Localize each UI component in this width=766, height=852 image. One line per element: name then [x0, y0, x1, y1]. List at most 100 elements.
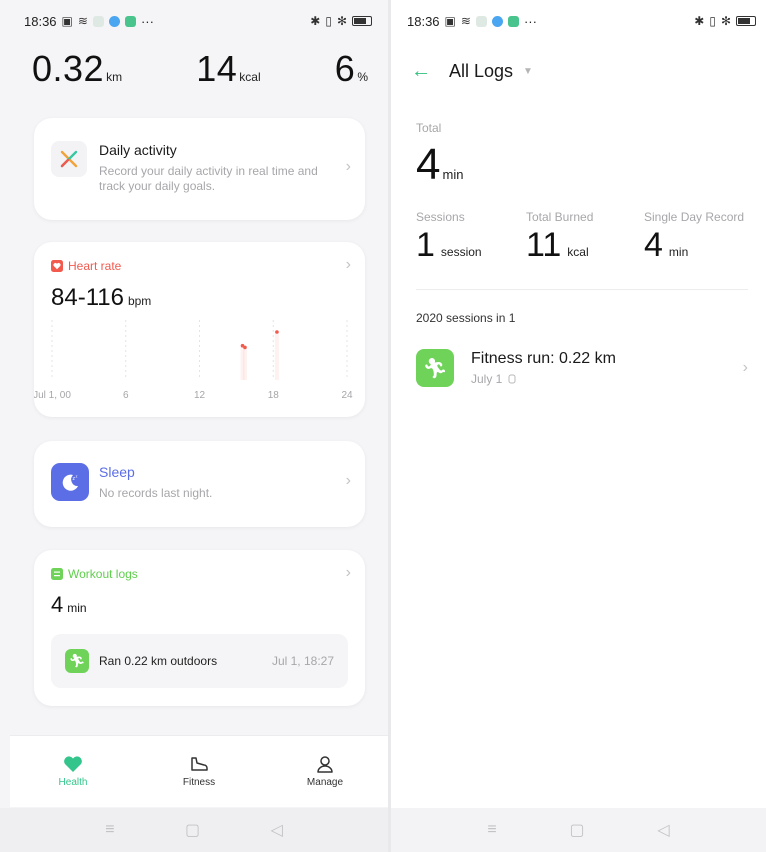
wifi-icon: ≋ [77, 14, 88, 28]
stat-sessions-label: Sessions [416, 210, 465, 224]
nav-health[interactable]: Health [28, 755, 118, 788]
status-time: 18:36 [24, 13, 57, 29]
mute-icon: ✱ [310, 14, 321, 28]
status-time: 18:36 [407, 13, 440, 29]
heart-rate-range: 84-116 [51, 284, 124, 311]
app-notification-icon [124, 15, 136, 27]
sleep-title: Sleep [99, 464, 135, 480]
status-bar: 18:36 ▣ ≋ ··· ✱ ▯ ✻ [391, 8, 766, 34]
heart-rate-card[interactable]: Heart rate 84-116 bpm Jul 1, 00 6 12 18 24 › [34, 242, 365, 417]
total-value-unit: min [442, 167, 464, 182]
percent-unit: % [357, 70, 368, 84]
stat-single-day-record-value: 4 [644, 226, 663, 264]
stat-sessions-unit: session [440, 245, 482, 259]
distance-value: 0.32 [32, 48, 105, 89]
heart-rate-data-point [275, 330, 279, 334]
stat-sessions-value: 1 [416, 226, 435, 264]
mute-icon: ✱ [694, 14, 705, 28]
calories-value: 14 [196, 48, 238, 89]
app-notification-icon [475, 15, 487, 27]
sleep-card[interactable]: z z Sleep No records last night. › [34, 441, 365, 527]
vibrate-icon: ▯ [325, 14, 332, 28]
section-header: 2020 sessions in 1 [416, 311, 516, 325]
all-logs-screen: 18:36 ▣ ≋ ··· ✱ ▯ ✻ ← All Logs ▼ Total 4… [391, 0, 766, 852]
back-triangle-icon[interactable]: ◁ [657, 820, 669, 840]
back-arrow-icon[interactable]: ← [411, 60, 431, 83]
wifi-icon: ≋ [460, 14, 471, 28]
more-notifications-icon: ··· [523, 13, 537, 29]
bluetooth-icon: ✻ [720, 14, 731, 28]
workout-entry-time: Jul 1, 18:27 [271, 654, 334, 668]
daily-activity-title: Daily activity [99, 142, 177, 158]
x-tick-label: 18 [268, 390, 280, 401]
nav-health-label: Health [58, 777, 88, 788]
page-title[interactable]: All Logs [449, 61, 513, 82]
heart-rate-label-text: Heart rate [68, 259, 122, 273]
menu-icon[interactable]: ≡ [105, 821, 114, 839]
back-triangle-icon[interactable]: ◁ [270, 820, 282, 840]
heart-icon [64, 756, 82, 772]
session-list-item[interactable]: 🏃︎ Fitness run: 0.22 km July 1 › [416, 344, 748, 392]
session-title: Fitness run: 0.22 km [471, 350, 616, 367]
stats-row: Sessions 1 session Total Burned 11 kcal … [416, 210, 748, 270]
workout-entry[interactable]: 🏃︎ Ran 0.22 km outdoors Jul 1, 18:27 [51, 634, 348, 688]
x-tick-label: 12 [194, 390, 206, 401]
workout-duration: 4 min [51, 592, 87, 618]
menu-icon[interactable]: ≡ [487, 821, 496, 839]
distance-unit: km [106, 70, 123, 84]
person-icon [317, 756, 333, 773]
chevron-right-icon: › [345, 158, 351, 175]
workout-log-icon [51, 568, 63, 580]
heart-rate-data-point [243, 345, 247, 350]
system-navigation-bar: ≡ ▢ ◁ [0, 808, 388, 852]
percent-value: 6 [334, 48, 356, 89]
total-value-number: 4 [416, 140, 441, 189]
top-app-bar: ← All Logs ▼ [411, 56, 746, 86]
stat-single-day-record: Single Day Record 4 min [644, 210, 744, 265]
heart-rate-unit: bpm [127, 294, 152, 308]
stat-total-burned-label: Total Burned [526, 210, 594, 224]
daily-activity-card[interactable]: Daily activity Record your daily activit… [34, 118, 365, 220]
battery-icon [352, 16, 372, 26]
distance-stat: 0.32 km [32, 48, 122, 90]
activity-summary: 0.32 km 14 kcal 6 % [32, 48, 368, 90]
workout-entry-text: Ran 0.22 km outdoors [99, 654, 218, 668]
image-notification-icon: ▣ [61, 14, 73, 28]
nav-fitness[interactable]: Fitness [154, 755, 244, 788]
x-tick-label: 24 [341, 390, 353, 401]
stat-total-burned-unit: kcal [567, 245, 589, 259]
system-navigation-bar: ≡ ▢ ◁ [391, 808, 766, 852]
chevron-right-icon: › [742, 359, 748, 376]
bottom-navigation: Health Fitness Manage [10, 735, 388, 807]
nav-manage[interactable]: Manage [280, 755, 370, 788]
nav-manage-label: Manage [306, 777, 344, 788]
divider-line [416, 289, 748, 290]
stat-single-day-record-unit: min [668, 245, 689, 259]
chevron-right-icon: › [345, 256, 351, 273]
watch-icon [508, 374, 516, 384]
workout-logs-label: Workout logs [51, 567, 138, 581]
data-point-shadow [274, 332, 279, 380]
total-value: 4 min [416, 140, 463, 190]
stat-single-day-record-label: Single Day Record [644, 210, 745, 224]
nav-fitness-label: Fitness [182, 777, 216, 788]
home-icon[interactable]: ▢ [185, 820, 200, 840]
workout-duration-unit: min [67, 601, 87, 615]
app-notification-icon [491, 15, 503, 27]
workout-duration-value: 4 [51, 592, 64, 617]
chevron-right-icon: › [345, 472, 351, 489]
app-notification-icon [108, 15, 120, 27]
workout-logs-label-text: Workout logs [68, 567, 138, 581]
workout-logs-card[interactable]: Workout logs 4 min › 🏃︎ Ran 0.22 km outd… [34, 550, 365, 706]
calories-unit: kcal [239, 70, 261, 84]
home-icon[interactable]: ▢ [569, 820, 584, 840]
dropdown-triangle-icon[interactable]: ▼ [523, 66, 533, 77]
battery-icon [736, 16, 756, 26]
svg-text:z: z [76, 474, 78, 479]
moon-icon: z z [51, 463, 89, 501]
chevron-right-icon: › [345, 564, 351, 581]
vibrate-icon: ▯ [709, 14, 716, 28]
daily-activity-description: Record your daily activity in real time … [99, 164, 318, 193]
session-date: July 1 [471, 372, 503, 386]
app-notification-icon [507, 15, 519, 27]
